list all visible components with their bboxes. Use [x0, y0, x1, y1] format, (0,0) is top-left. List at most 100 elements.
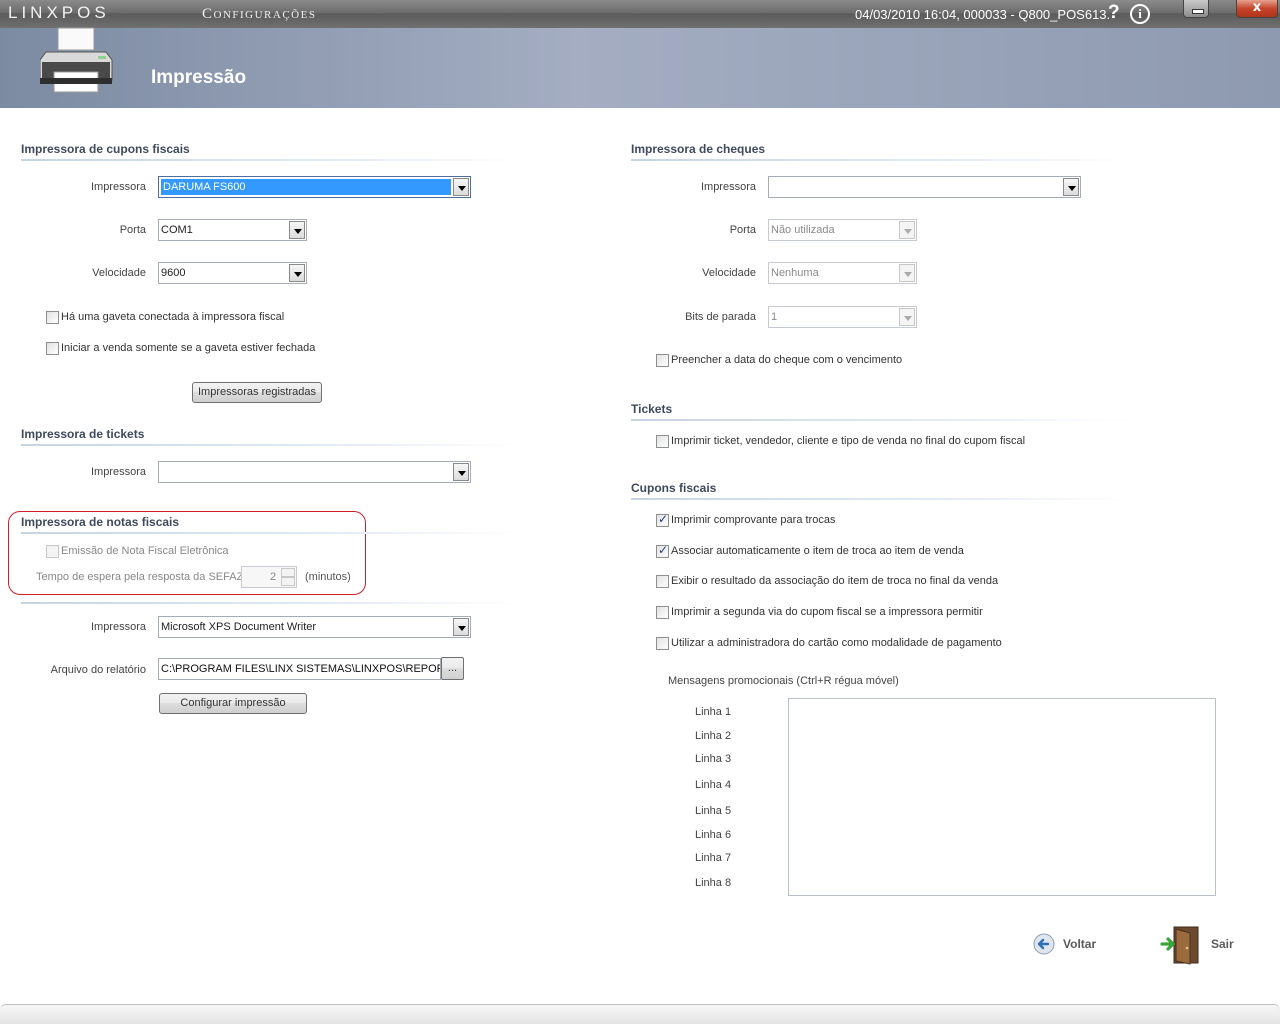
section-title-ticket-printer: Impressora de tickets [21, 427, 145, 441]
close-button[interactable]: x [1236, 0, 1278, 18]
fiscal-port-label: Porta [119, 224, 146, 236]
promo-messages-textarea[interactable] [788, 698, 1216, 896]
card-administrator-payment-label: Utilizar a administradora do cartão como… [671, 637, 1002, 649]
cheque-printer-label: Impressora [700, 181, 756, 193]
cheque-speed-select[interactable]: Nenhuma [768, 262, 917, 284]
promo-line-label: Linha 2 [695, 730, 732, 742]
fiscal-printer-value: DARUMA FS600 [161, 179, 451, 195]
ticket-printer-label: Impressora [90, 466, 146, 478]
promo-line-label: Linha 7 [695, 852, 732, 864]
show-association-result-checkbox[interactable] [656, 575, 669, 588]
back-label: Voltar [1063, 937, 1097, 951]
section-divider [21, 602, 521, 604]
spinner-up-icon[interactable] [281, 568, 295, 577]
cheque-port-label: Porta [729, 224, 756, 236]
browse-button[interactable]: ... [441, 657, 464, 680]
info-icon[interactable]: i [1130, 4, 1150, 24]
sefaz-wait-label: Tempo de espera pela resposta da SEFAZ [36, 571, 244, 583]
print-exchange-receipt-label: Imprimir comprovante para trocas [671, 514, 836, 526]
report-printer-value: Microsoft XPS Document Writer [161, 621, 317, 633]
ticket-printer-select[interactable] [158, 461, 471, 483]
printer-icon [40, 27, 113, 93]
section-divider [631, 419, 1131, 421]
chevron-down-icon[interactable] [899, 264, 915, 282]
promo-messages-label: Mensagens promocionais (Ctrl+R régua móv… [668, 675, 899, 687]
page-title: Impressão [151, 67, 247, 88]
section-divider [21, 444, 521, 446]
section-divider [631, 159, 1131, 161]
cheque-port-value: Não utilizada [771, 224, 835, 236]
closed-drawer-checkbox[interactable] [46, 342, 59, 355]
configure-print-button[interactable]: Configurar impressão [159, 693, 307, 714]
fiscal-printer-select[interactable]: DARUMA FS600 [158, 176, 471, 198]
fill-cheque-date-label: Preencher a data do cheque com o vencime… [671, 354, 903, 366]
spinner-down-icon[interactable] [281, 577, 295, 586]
print-exchange-receipt-checkbox[interactable] [656, 512, 669, 527]
chevron-down-icon[interactable] [289, 264, 305, 282]
exit-label: Sair [1211, 937, 1234, 951]
promo-line-label: Linha 3 [695, 753, 732, 765]
print-second-copy-checkbox[interactable] [656, 606, 669, 619]
cheque-port-select[interactable]: Não utilizada [768, 219, 917, 241]
chevron-down-icon[interactable] [453, 618, 469, 636]
fiscal-printer-label: Impressora [90, 181, 146, 193]
fiscal-speed-value: 9600 [161, 267, 186, 279]
section-title-invoice-printer: Impressora de notas fiscais [21, 515, 180, 529]
session-status: 04/03/2010 16:04, 000033 - Q800_POS613. [855, 7, 1111, 22]
print-ticket-checkbox[interactable] [656, 435, 669, 448]
section-divider [21, 532, 521, 534]
print-second-copy-label: Imprimir a segunda via do cupom fiscal s… [671, 606, 983, 618]
report-printer-select[interactable]: Microsoft XPS Document Writer [158, 616, 471, 638]
back-button[interactable]: Voltar [1031, 932, 1111, 958]
minimize-button[interactable] [1183, 0, 1209, 18]
promo-line-label: Linha 5 [695, 805, 732, 817]
sefaz-wait-spinner[interactable]: 2 [241, 566, 297, 588]
back-arrow-icon [1033, 933, 1055, 955]
nfe-checkbox[interactable] [46, 545, 59, 558]
cheque-printer-select[interactable] [768, 176, 1081, 198]
registered-printers-button[interactable]: Impressoras registradas [192, 382, 322, 403]
auto-associate-item-checkbox[interactable] [656, 543, 669, 558]
chevron-down-icon[interactable] [1063, 178, 1079, 196]
section-title-fiscal-receipts: Cupons fiscais [631, 481, 717, 495]
nfe-label: Emissão de Nota Fiscal Eletrônica [61, 545, 229, 557]
chevron-down-icon[interactable] [899, 308, 915, 326]
fiscal-speed-select[interactable]: 9600 [158, 262, 307, 284]
cheque-stopbits-select[interactable]: 1 [768, 306, 917, 328]
title-bar: LINXPOS Configurações 04/03/2010 16:04, … [0, 0, 1280, 28]
section-title-tickets: Tickets [631, 402, 673, 416]
section-title-cheque-printer: Impressora de cheques [631, 142, 766, 156]
section-divider [631, 498, 1131, 500]
card-administrator-payment-checkbox[interactable] [656, 637, 669, 650]
promo-line-label: Linha 1 [695, 706, 732, 718]
fiscal-port-value: COM1 [161, 224, 193, 236]
report-file-value: C:\PROGRAM FILES\LINX SISTEMAS\LINXPOS\R… [161, 663, 441, 675]
closed-drawer-label: Iniciar a venda somente se a gaveta esti… [61, 342, 316, 354]
help-icon[interactable]: ? [1108, 2, 1120, 24]
exit-door-icon [1160, 926, 1199, 965]
chevron-down-icon[interactable] [453, 463, 469, 481]
section-divider [21, 159, 521, 161]
promo-line-label: Linha 6 [695, 829, 732, 841]
fill-cheque-date-checkbox[interactable] [656, 354, 669, 367]
section-title-fiscal-printer: Impressora de cupons fiscais [21, 142, 190, 156]
print-ticket-label: Imprimir ticket, vendedor, cliente e tip… [671, 435, 1026, 447]
exit-button[interactable]: Sair [1160, 924, 1240, 965]
drawer-connected-label: Há uma gaveta conectada à impressora fis… [61, 311, 285, 323]
chevron-down-icon[interactable] [453, 178, 469, 196]
app-logo: LINXPOS [8, 3, 110, 22]
chevron-down-icon[interactable] [899, 221, 915, 239]
report-file-input[interactable]: C:\PROGRAM FILES\LINX SISTEMAS\LINXPOS\R… [158, 658, 441, 680]
fiscal-speed-label: Velocidade [92, 267, 146, 279]
show-association-result-label: Exibir o resultado da associação do item… [671, 575, 999, 587]
report-file-label: Arquivo do relatório [50, 664, 146, 676]
chevron-down-icon[interactable] [289, 221, 305, 239]
fiscal-port-select[interactable]: COM1 [158, 219, 307, 241]
sefaz-wait-unit: (minutos) [305, 571, 351, 583]
promo-line-label: Linha 8 [695, 877, 732, 889]
app-title: Configurações [202, 6, 317, 22]
report-printer-label: Impressora [90, 621, 146, 633]
promo-line-label: Linha 4 [695, 779, 732, 791]
status-bar [0, 1004, 1280, 1024]
drawer-connected-checkbox[interactable] [46, 311, 59, 324]
